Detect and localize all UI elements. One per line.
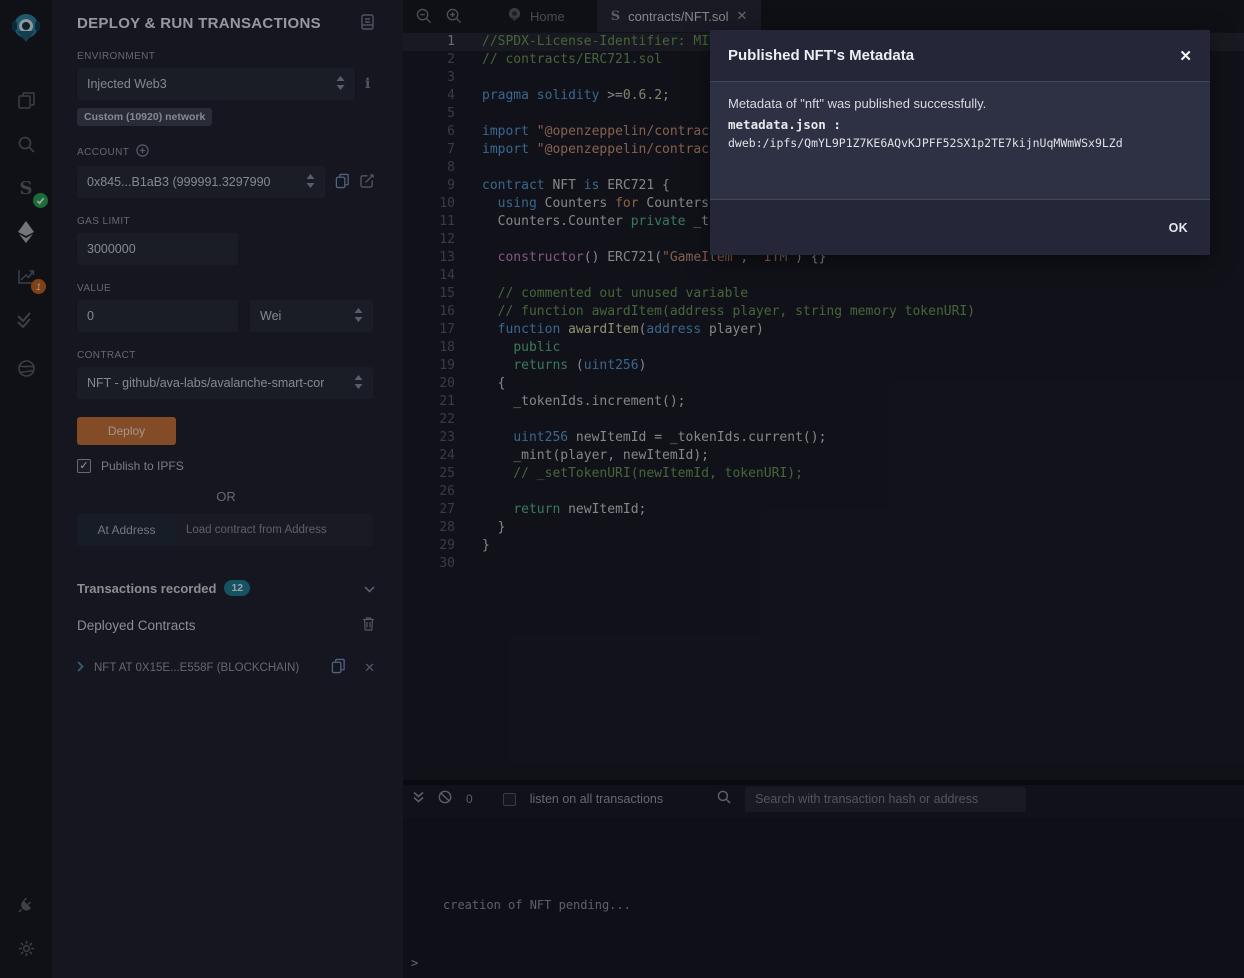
published-metadata-modal: Published NFT's Metadata ✕ Metadata of "… (710, 30, 1210, 255)
modal-message: Metadata of "nft" was published successf… (728, 96, 1192, 111)
modal-close-icon[interactable]: ✕ (1179, 47, 1192, 65)
metadata-file-label: metadata.json : (728, 117, 1192, 132)
modal-title: Published NFT's Metadata (728, 47, 914, 64)
ipfs-hash: dweb:/ipfs/QmYL9P1Z7KE6AQvKJPFF52SX1p2TE… (728, 136, 1192, 150)
ok-button[interactable]: OK (1169, 221, 1188, 235)
